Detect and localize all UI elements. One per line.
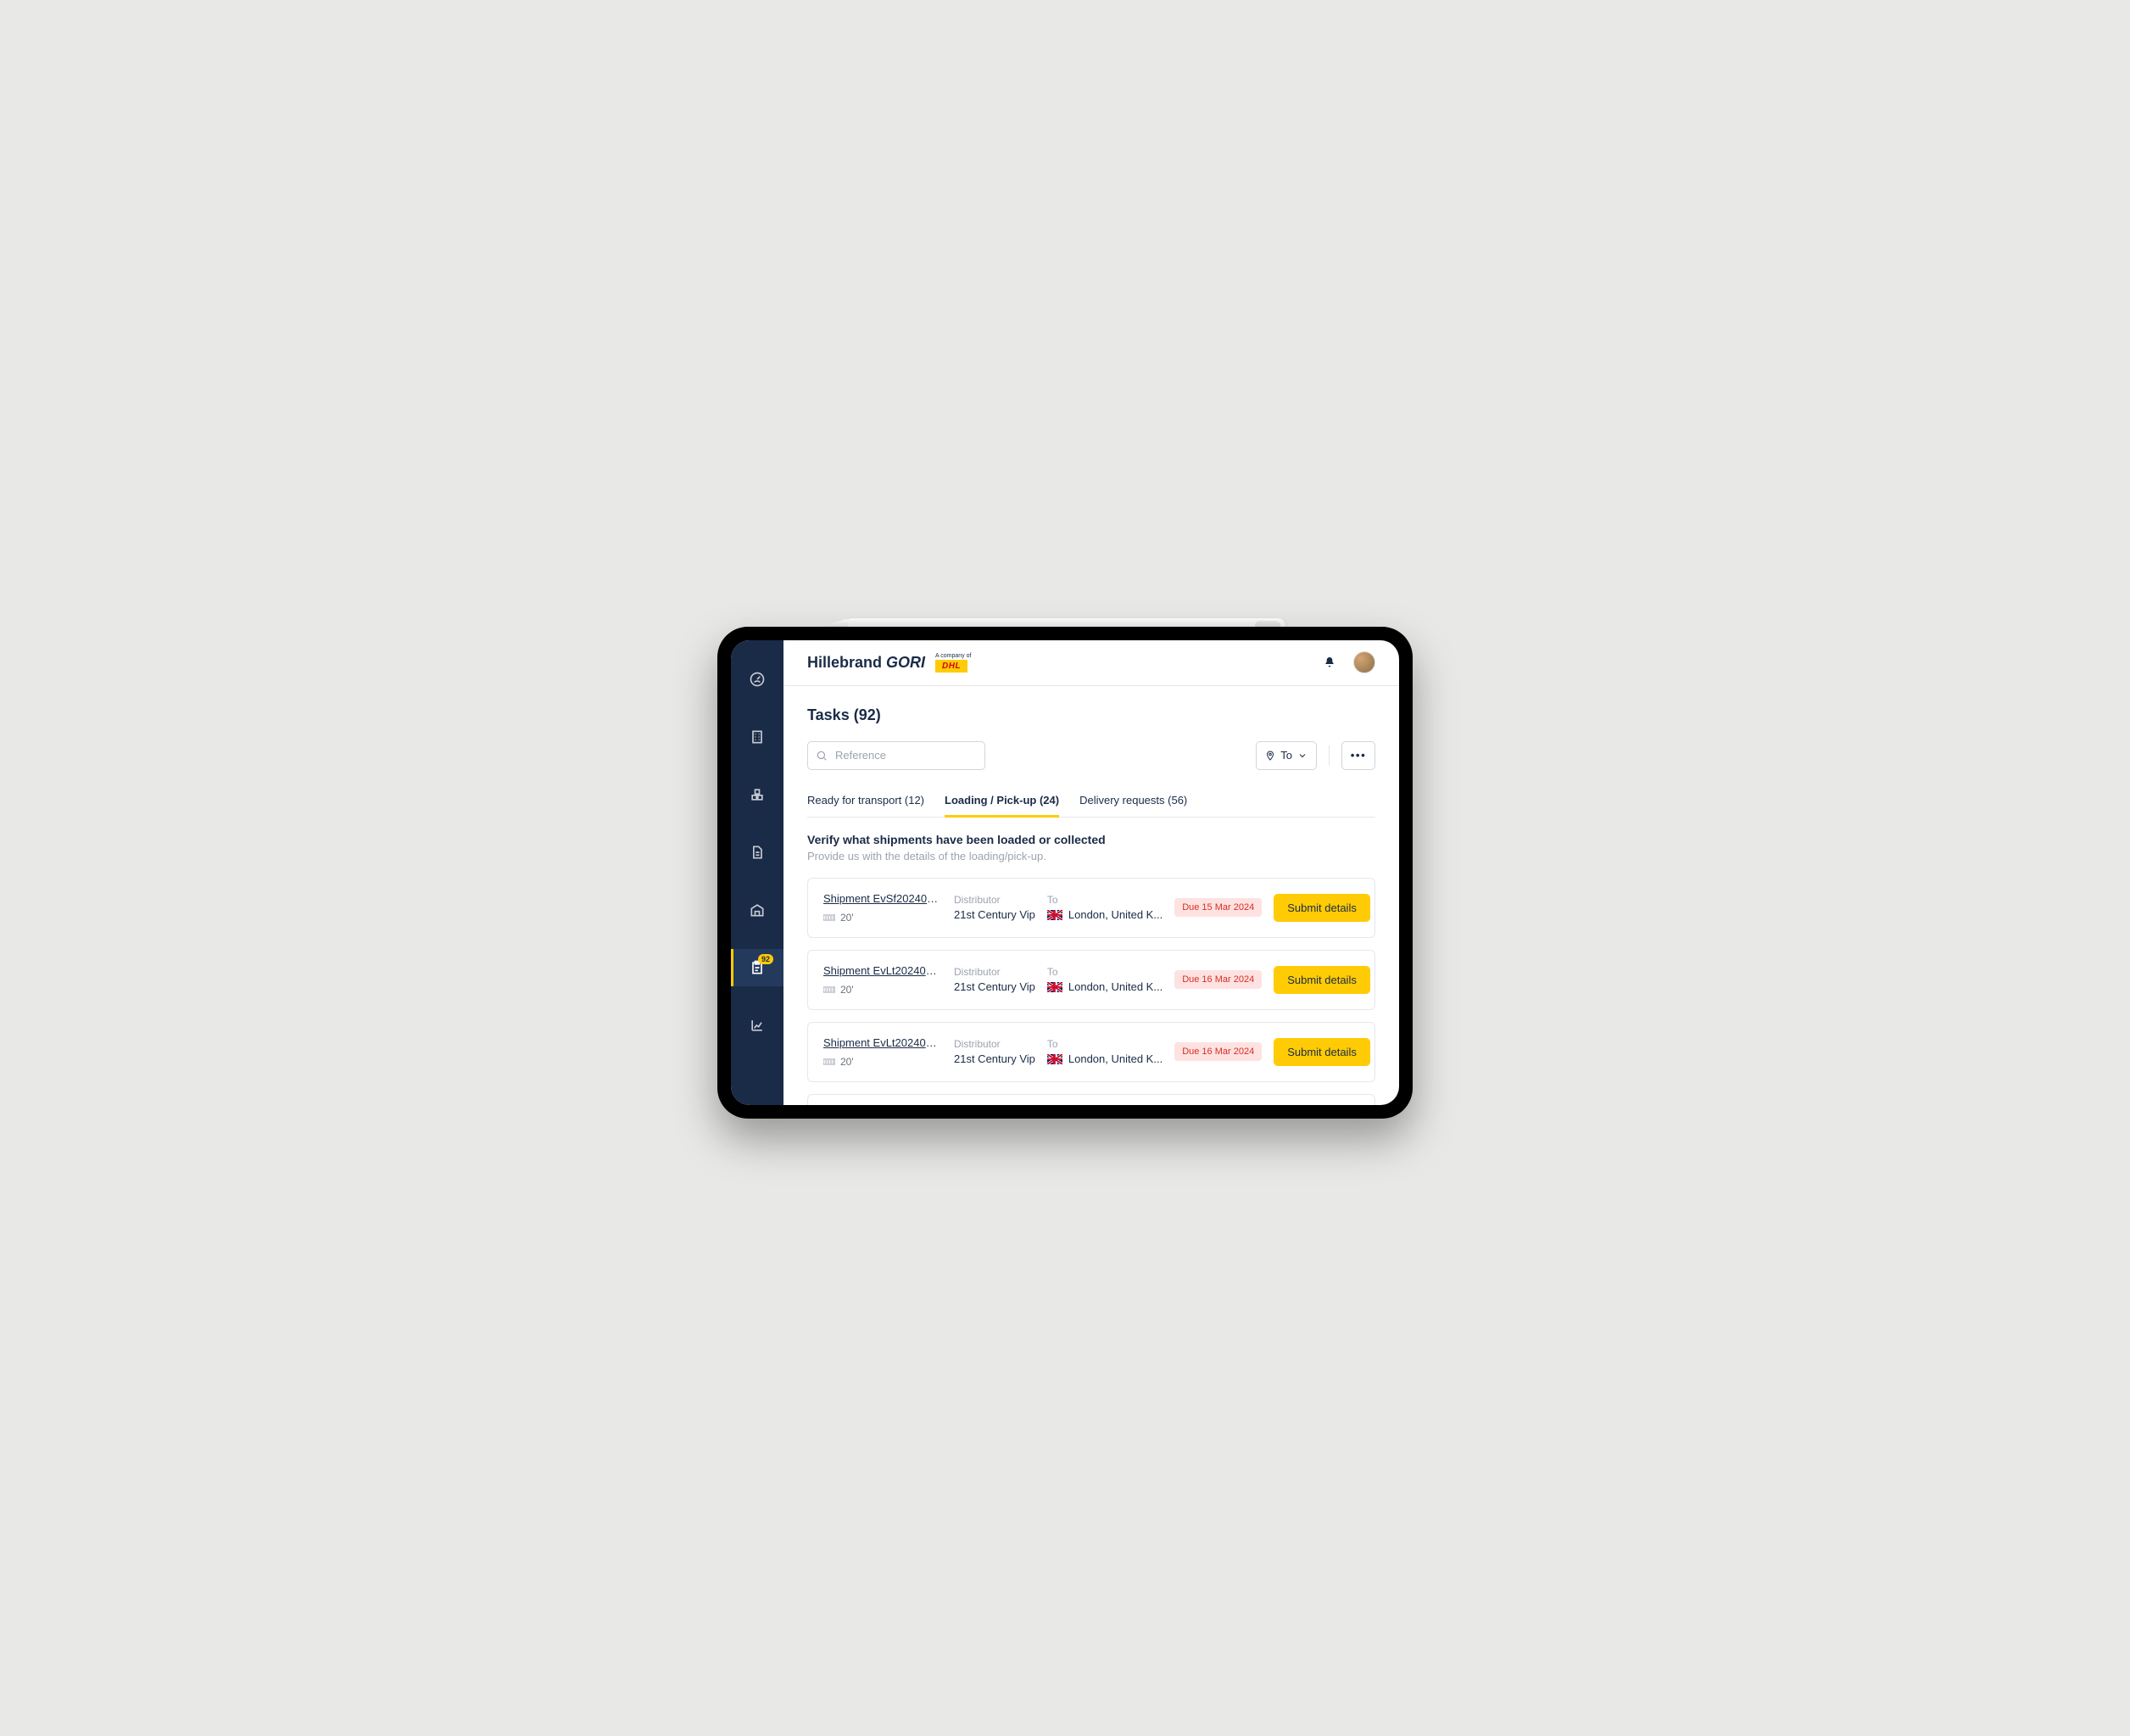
tablet-frame: 92 Hillebrand GORI A company of (717, 627, 1413, 1119)
uk-flag-icon (1047, 1054, 1062, 1064)
section-title: Verify what shipments have been loaded o… (807, 833, 1375, 846)
parent-line: A company of (935, 653, 971, 659)
nav-inventory[interactable] (731, 776, 783, 813)
header-actions (1323, 651, 1375, 673)
container-size: 20' (823, 1056, 942, 1068)
boxes-icon (749, 786, 766, 803)
warehouse-icon (749, 901, 766, 918)
uk-flag-icon (1047, 910, 1062, 920)
due-badge: Due 15 Mar 2024 (1174, 898, 1262, 917)
shipment-card-partial (807, 1094, 1375, 1105)
tab-loading[interactable]: Loading / Pick-up (24) (945, 787, 1059, 818)
to-label: To (1047, 894, 1163, 906)
search-icon (816, 750, 828, 762)
container-icon (823, 914, 835, 921)
brand-name-a: Hillebrand (807, 654, 882, 671)
distributor-value: 21st Century Vip (954, 908, 1035, 921)
distributor-label: Distributor (954, 966, 1035, 978)
container-size: 20' (823, 912, 942, 924)
nav-documents[interactable] (731, 834, 783, 871)
to-label: To (1280, 749, 1292, 762)
destination-value: London, United K... (1068, 1052, 1163, 1065)
due-badge: Due 16 Mar 2024 (1174, 1042, 1262, 1061)
to-label: To (1047, 966, 1163, 978)
app-screen: 92 Hillebrand GORI A company of (731, 640, 1399, 1105)
destination-value: London, United K... (1068, 980, 1163, 993)
sidebar: 92 (731, 640, 783, 1105)
brand-name-b: GORI (886, 654, 925, 671)
nav-dashboard[interactable] (731, 661, 783, 698)
shipment-card: Shipment EvSf2024031... 20' Distributor … (807, 878, 1375, 938)
nav-quotes[interactable] (731, 718, 783, 756)
section-subtitle: Provide us with the details of the loadi… (807, 850, 1375, 862)
toolbar: To ••• (807, 741, 1375, 770)
search-input[interactable] (807, 741, 985, 770)
submit-details-button[interactable]: Submit details (1274, 894, 1370, 922)
search-box (807, 741, 985, 770)
main-area: Hillebrand GORI A company of DHL (783, 640, 1399, 1105)
header: Hillebrand GORI A company of DHL (783, 640, 1399, 686)
due-badge: Due 16 Mar 2024 (1174, 970, 1262, 989)
location-icon (1265, 751, 1275, 761)
brand-logo: Hillebrand GORI (807, 654, 925, 672)
submit-details-button[interactable]: Submit details (1274, 1038, 1370, 1066)
parent-brand: A company of DHL (935, 653, 971, 673)
distributor-label: Distributor (954, 894, 1035, 906)
size-value: 20' (840, 1056, 854, 1068)
nav-reports[interactable] (731, 1007, 783, 1044)
shipment-card: Shipment EvLt2024031... 20' Distributor … (807, 950, 1375, 1010)
distributor-label: Distributor (954, 1038, 1035, 1050)
container-icon (823, 986, 835, 993)
building-icon (749, 728, 766, 745)
to-filter-button[interactable]: To (1256, 741, 1317, 770)
shipment-link[interactable]: Shipment EvSf2024031... (823, 892, 942, 905)
shipment-link[interactable]: Shipment EvLt2024031... (823, 1036, 942, 1049)
tab-delivery[interactable]: Delivery requests (56) (1079, 787, 1187, 818)
bell-icon[interactable] (1323, 656, 1336, 669)
gauge-icon (749, 671, 766, 688)
size-value: 20' (840, 984, 854, 996)
divider (1329, 745, 1330, 766)
content: Tasks (92) To ••• (783, 686, 1399, 1105)
submit-details-button[interactable]: Submit details (1274, 966, 1370, 994)
tabs: Ready for transport (12) Loading / Pick-… (807, 787, 1375, 818)
page-title: Tasks (92) (807, 706, 1375, 724)
more-button[interactable]: ••• (1341, 741, 1375, 770)
tasks-badge: 92 (758, 954, 773, 965)
file-icon (749, 844, 766, 861)
destination-value: London, United K... (1068, 908, 1163, 921)
nav-warehouse[interactable] (731, 891, 783, 929)
chevron-down-icon (1297, 751, 1308, 761)
uk-flag-icon (1047, 982, 1062, 992)
nav-tasks[interactable]: 92 (731, 949, 783, 986)
container-size: 20' (823, 984, 942, 996)
shipment-link[interactable]: Shipment EvLt2024031... (823, 964, 942, 977)
distributor-value: 21st Century Vip (954, 1052, 1035, 1065)
avatar[interactable] (1353, 651, 1375, 673)
tab-ready[interactable]: Ready for transport (12) (807, 787, 924, 818)
container-icon (823, 1058, 835, 1065)
to-label: To (1047, 1038, 1163, 1050)
dhl-badge: DHL (935, 660, 967, 673)
chart-icon (749, 1017, 766, 1034)
logo-group: Hillebrand GORI A company of DHL (807, 653, 971, 673)
shipment-card: Shipment EvLt2024031... 20' Distributor … (807, 1022, 1375, 1082)
distributor-value: 21st Century Vip (954, 980, 1035, 993)
size-value: 20' (840, 912, 854, 924)
